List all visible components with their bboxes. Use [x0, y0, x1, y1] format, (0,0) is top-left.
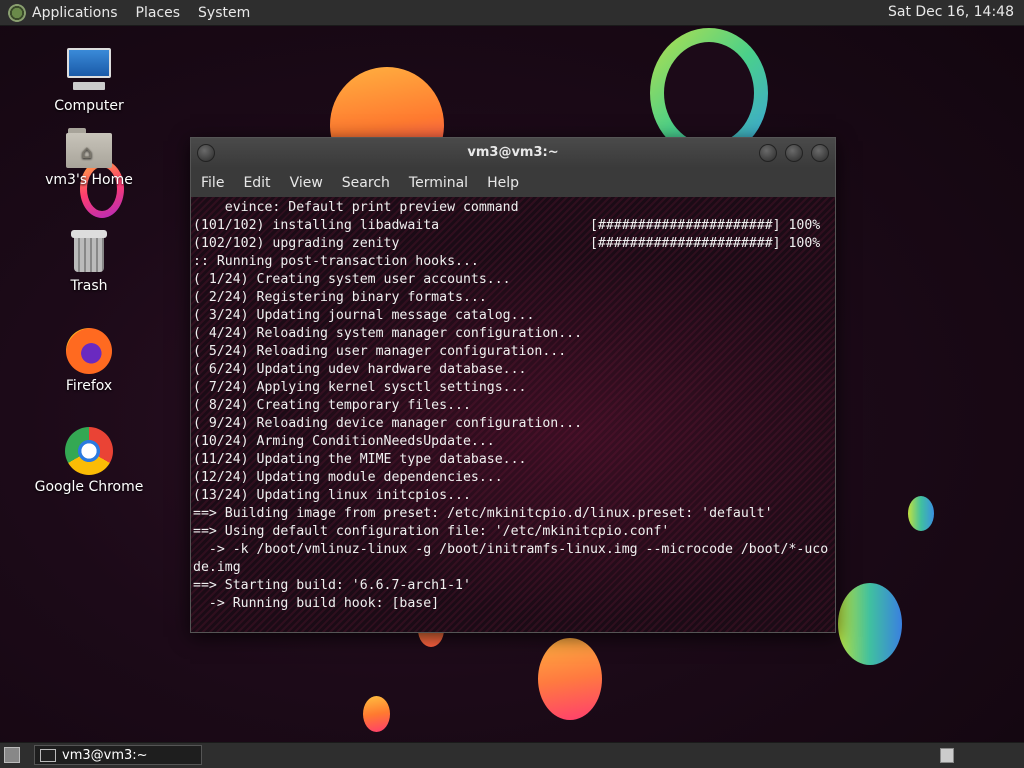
terminal-window[interactable]: vm3@vm3:~ File Edit View Search Terminal… [190, 137, 836, 633]
desktop-icon-firefox[interactable]: Firefox [29, 328, 149, 394]
terminal-line: ==> Building image from preset: /etc/mki… [193, 506, 773, 521]
workspace-switcher[interactable] [940, 748, 954, 763]
desktop-icon-label: Google Chrome [34, 479, 144, 495]
wallpaper-orb [908, 496, 934, 531]
desktop-icon-label: Computer [54, 98, 124, 114]
taskbar-item-label: vm3@vm3:~ [62, 747, 148, 763]
close-icon[interactable] [811, 144, 829, 162]
desktop-icon-computer[interactable]: Computer [29, 46, 149, 114]
menu-help[interactable]: Help [487, 175, 519, 191]
menu-file[interactable]: File [201, 175, 224, 191]
menu-places[interactable]: Places [136, 5, 181, 21]
minimize-icon[interactable] [759, 144, 777, 162]
firefox-icon [66, 328, 112, 374]
terminal-line: evince: Default print preview command [193, 200, 519, 215]
menu-system[interactable]: System [198, 5, 250, 21]
terminal-line: -> Running build hook: [base] [193, 596, 440, 611]
terminal-line: :: Running post-transaction hooks... [193, 254, 479, 269]
terminal-line: ==> Using default configuration file: '/… [193, 524, 670, 539]
show-desktop-icon[interactable] [4, 747, 20, 763]
terminal-line: (102/102) upgrading zenity [############… [193, 236, 821, 251]
clock[interactable]: Sat Dec 16, 14:48 [888, 4, 1014, 20]
terminal-output[interactable]: evince: Default print preview command (10… [191, 197, 835, 632]
desktop-icon-trash[interactable]: Trash [29, 230, 149, 294]
desktop-icon-home[interactable]: ⌂ vm3's Home [29, 128, 149, 188]
desktop-icon-label: Firefox [65, 378, 113, 394]
terminal-line: (10/24) Arming ConditionNeedsUpdate... [193, 434, 495, 449]
menu-edit[interactable]: Edit [243, 175, 270, 191]
terminal-line: (12/24) Updating module dependencies... [193, 470, 503, 485]
desktop-icon-label: vm3's Home [45, 172, 133, 188]
desktop-icon-label: Trash [70, 278, 108, 294]
home-folder-icon: ⌂ [66, 128, 112, 168]
terminal-line: ( 2/24) Registering binary formats... [193, 290, 487, 305]
window-titlebar[interactable]: vm3@vm3:~ [191, 138, 835, 168]
terminal-line: ( 9/24) Reloading device manager configu… [193, 416, 583, 431]
window-title: vm3@vm3:~ [467, 145, 559, 160]
distro-logo-icon[interactable] [8, 3, 26, 22]
terminal-line: ( 7/24) Applying kernel sysctl settings.… [193, 380, 527, 395]
terminal-line: (101/102) installing libadwaita [#######… [193, 218, 821, 233]
wallpaper-orb [538, 638, 602, 720]
wallpaper-orb [363, 696, 390, 732]
menu-view[interactable]: View [290, 175, 323, 191]
taskbar-item-terminal[interactable]: vm3@vm3:~ [34, 745, 202, 765]
terminal-icon [40, 748, 56, 762]
terminal-line: ( 5/24) Reloading user manager configura… [193, 344, 567, 359]
top-panel: Applications Places System Sat Dec 16, 1… [0, 0, 1024, 26]
menu-search[interactable]: Search [342, 175, 390, 191]
terminal-line: ( 3/24) Updating journal message catalog… [193, 308, 535, 323]
terminal-line: ==> Starting build: '6.6.7-arch1-1' [193, 578, 471, 593]
terminal-line: ( 4/24) Reloading system manager configu… [193, 326, 583, 341]
terminal-line: de.img [193, 560, 241, 575]
menu-applications[interactable]: Applications [32, 5, 118, 21]
terminal-line: ( 8/24) Creating temporary files... [193, 398, 471, 413]
desktop-icon-chrome[interactable]: Google Chrome [29, 427, 149, 495]
terminal-line: (11/24) Updating the MIME type database.… [193, 452, 527, 467]
chrome-icon [65, 427, 113, 475]
terminal-line: -> -k /boot/vmlinuz-linux -g /boot/initr… [193, 542, 829, 557]
terminal-line: (13/24) Updating linux initcpios... [193, 488, 471, 503]
bottom-panel: vm3@vm3:~ [0, 742, 1024, 768]
menu-terminal[interactable]: Terminal [409, 175, 468, 191]
terminal-line: ( 1/24) Creating system user accounts... [193, 272, 511, 287]
maximize-icon[interactable] [785, 144, 803, 162]
terminal-text: evince: Default print preview command (10… [191, 197, 835, 613]
trash-icon [71, 230, 107, 274]
terminal-line: ( 6/24) Updating udev hardware database.… [193, 362, 527, 377]
wallpaper-orb [838, 583, 902, 665]
terminal-menubar: File Edit View Search Terminal Help [191, 168, 835, 197]
computer-icon [65, 46, 113, 94]
